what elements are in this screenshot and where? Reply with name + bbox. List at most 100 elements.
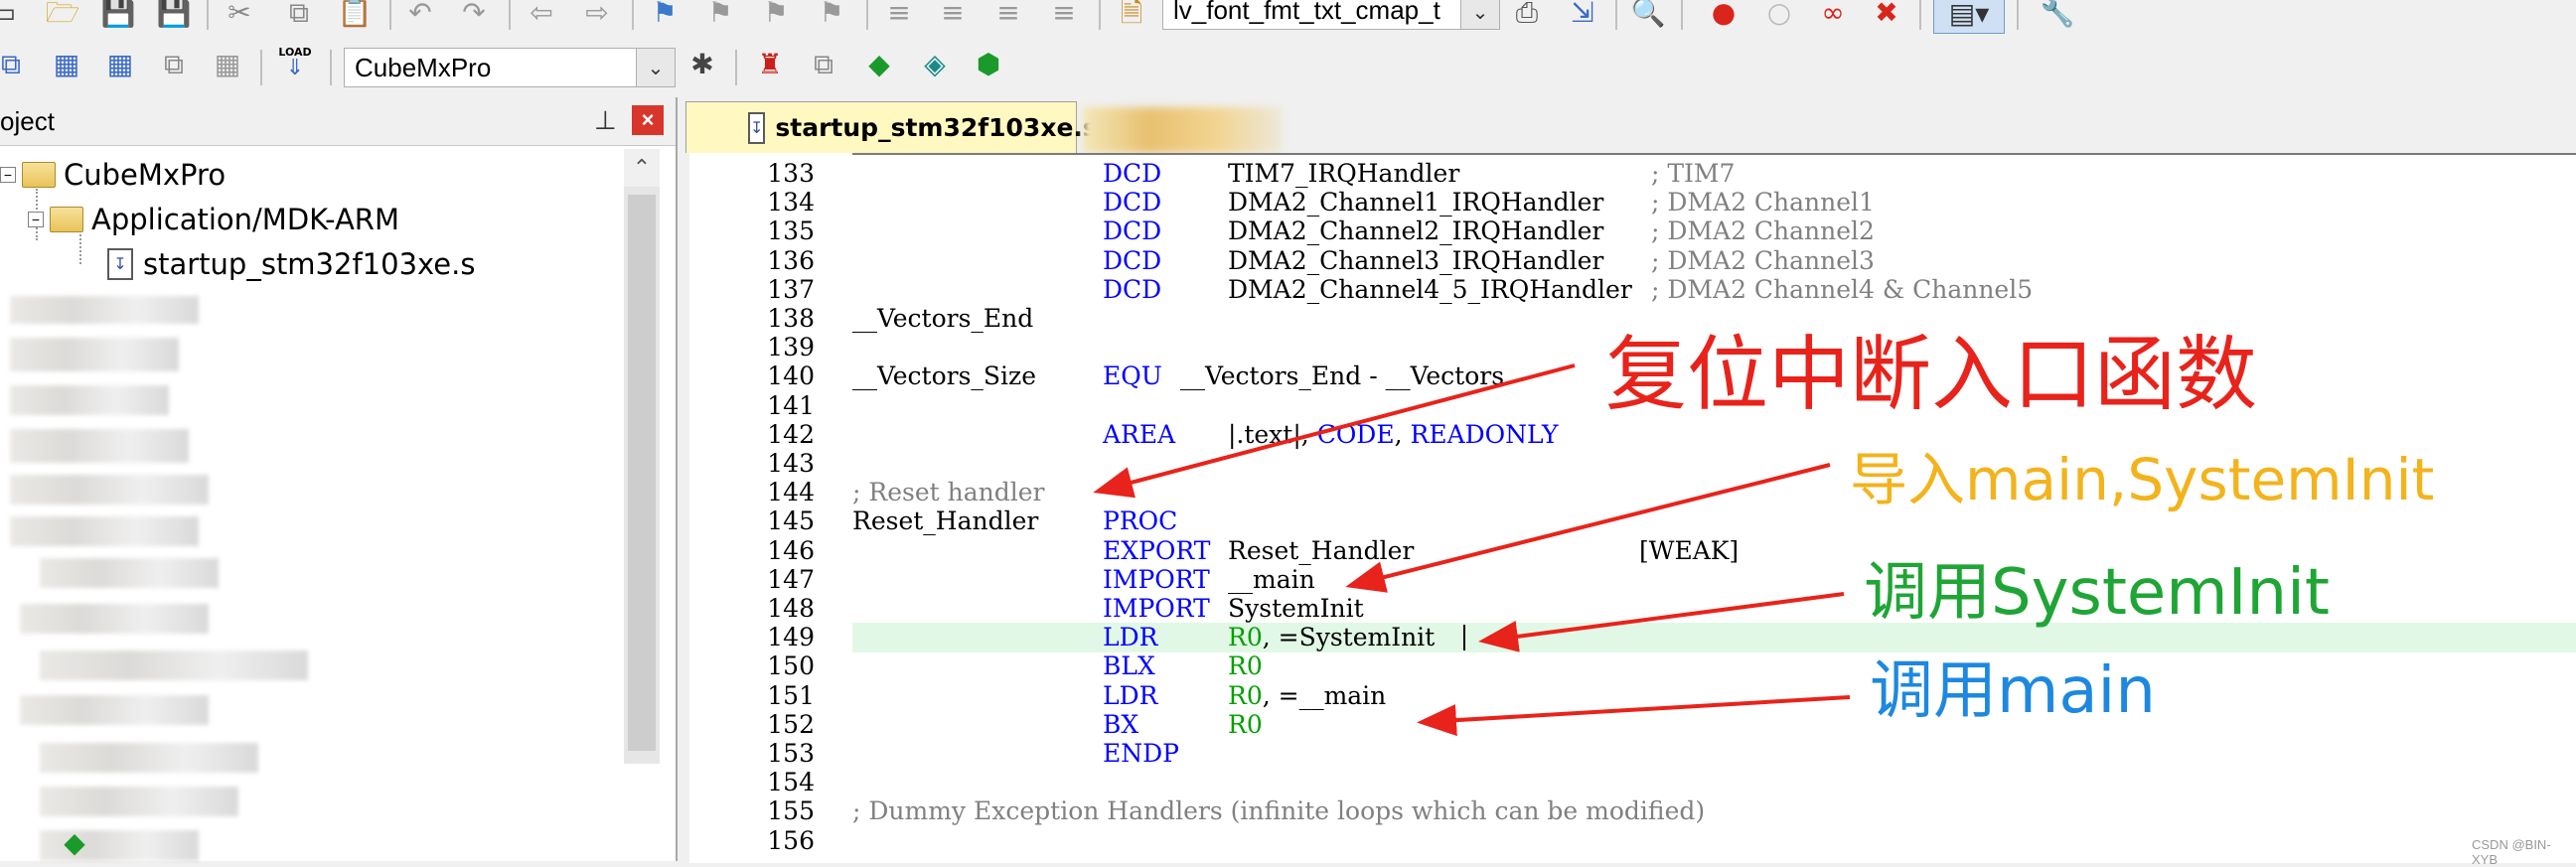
obscured-tree-item	[10, 516, 199, 546]
chevron-down-icon[interactable]: ⌄	[1460, 0, 1499, 29]
obscured-tab[interactable]	[1083, 107, 1282, 153]
code-mnemonic: ENDP	[1103, 739, 1179, 768]
tree-file-label: startup_stm32f103xe.s	[143, 247, 476, 281]
close-icon[interactable]: ×	[632, 105, 664, 135]
redo-icon[interactable]: ↷	[455, 0, 493, 32]
cut-icon[interactable]: ✂	[221, 0, 258, 32]
translate-icon[interactable]: ⧉	[0, 46, 30, 83]
next-bookmark-icon[interactable]: ⚑	[757, 0, 795, 32]
code-comment: ; DMA2 Channel3	[1651, 246, 1875, 275]
tree-root-label: CubeMxPro	[64, 158, 227, 192]
line-number: 137	[767, 275, 815, 304]
collapse-icon[interactable]: −	[28, 212, 44, 227]
pin-icon[interactable]: ⊥	[594, 105, 617, 136]
tree-item-group[interactable]: − Application/MDK-ARM	[28, 199, 399, 240]
line-number: 145	[767, 506, 815, 535]
tab-label: startup_stm32f103xe.s	[775, 113, 1098, 142]
new-file-icon[interactable]: ▭	[0, 0, 22, 32]
code-comment: ; Reset handler	[852, 478, 1045, 506]
line-number: 141	[767, 391, 815, 420]
indent-icon[interactable]: ≡	[880, 0, 918, 32]
batch-build-icon[interactable]: ⧉	[155, 46, 193, 83]
replace-icon[interactable]: ⇲	[1564, 0, 1601, 32]
line-number: 151	[767, 681, 815, 710]
asm-file-icon: ↧	[748, 111, 766, 144]
chevron-down-icon[interactable]: ⌄	[636, 49, 675, 86]
build-icon[interactable]: ▦	[48, 46, 85, 83]
download-load-icon[interactable]: LOAD ⇓	[276, 44, 314, 81]
obscured-tree-item	[40, 787, 238, 816]
disable-breakpoint-icon[interactable]: ○	[1760, 0, 1798, 32]
breakpoint-icon[interactable]: ●	[1705, 0, 1743, 32]
annotation-call-main: 调用main	[1870, 654, 2156, 728]
obscured-tree-item	[10, 385, 169, 415]
code-operand: __Vectors_End - __Vectors	[1180, 361, 1505, 390]
open-folder-icon[interactable]: 🗁	[44, 0, 81, 32]
obscured-tree-item	[40, 558, 219, 588]
nav-back-icon[interactable]: ⇦	[523, 0, 560, 32]
paste-icon[interactable]: 📋	[336, 0, 374, 32]
clear-bookmarks-icon[interactable]: ⚑	[813, 0, 850, 32]
code-mnemonic: AREA	[1103, 420, 1176, 449]
code-label: __Vectors_End	[852, 304, 1034, 333]
copy-icon[interactable]: ⧉	[280, 0, 318, 32]
code-operand: DMA2_Channel4_5_IRQHandler	[1228, 275, 1632, 304]
line-number: 133	[767, 159, 815, 188]
stm32cubemx-icon[interactable]: ⬢	[970, 46, 1007, 83]
code-operand: R0	[1228, 710, 1263, 739]
find-in-files-icon[interactable]: 🗎	[1113, 0, 1150, 32]
code-comment: ; Dummy Exception Handlers (infinite loo…	[852, 796, 1706, 825]
code-mnemonic: IMPORT	[1103, 594, 1210, 623]
manage-components-icon[interactable]: ♜	[751, 46, 789, 83]
save-icon[interactable]: 💾	[99, 0, 137, 32]
save-all-icon[interactable]: 💾	[155, 0, 193, 32]
line-number: 147	[767, 565, 815, 594]
line-number: 155	[767, 796, 815, 825]
prev-bookmark-icon[interactable]: ⚑	[701, 0, 739, 32]
tree-group-label: Application/MDK-ARM	[91, 203, 399, 236]
rebuild-icon[interactable]: ▦	[101, 46, 139, 83]
obscured-tree-item	[10, 296, 199, 324]
project-combo-value: CubeMxPro	[355, 53, 492, 82]
project-target-combo[interactable]: CubeMxPro ⌄	[344, 48, 676, 87]
uncomment-icon[interactable]: ≡	[1045, 0, 1083, 32]
obscured-tree-item	[10, 338, 179, 371]
code-comment: ; TIM7	[1651, 159, 1736, 188]
select-packs-icon[interactable]: ⧉	[805, 46, 842, 83]
stop-build-icon[interactable]: ▦	[209, 46, 246, 83]
collapse-icon[interactable]: −	[0, 167, 16, 183]
kill-breakpoints-icon[interactable]: ✖	[1868, 0, 1905, 32]
debug-search-icon[interactable]: 🔍	[1629, 0, 1667, 32]
tree-item-root[interactable]: − CubeMxPro	[0, 154, 226, 196]
target-combo-value: lv_font_fmt_txt_cmap_t	[1173, 0, 1440, 25]
code-mnemonic: EXPORT	[1103, 536, 1211, 565]
component-diamond-icon: ◆	[64, 826, 85, 859]
line-number: 134	[767, 188, 815, 217]
code-label: Reset_Handler	[852, 506, 1039, 535]
window-layout-icon[interactable]: ▤▾	[1933, 0, 2005, 34]
options-wand-icon[interactable]: ✱	[683, 46, 721, 83]
configure-wrench-icon[interactable]: 🔧	[2039, 0, 2076, 32]
scroll-up-icon[interactable]: ⌃	[624, 149, 660, 187]
incremental-find-icon[interactable]: ⎙	[1508, 0, 1546, 32]
target-combo[interactable]: lv_font_fmt_txt_cmap_t ⌄	[1162, 0, 1500, 30]
code-label: __Vectors_Size	[852, 361, 1037, 390]
nav-forward-icon[interactable]: ⇨	[578, 0, 616, 32]
manage-rte-icon[interactable]: ◈	[916, 46, 954, 83]
pack-installer-icon[interactable]: ◆	[860, 46, 898, 83]
obscured-tree-item	[40, 743, 258, 773]
scroll-thumb[interactable]	[628, 195, 656, 751]
line-number: 153	[767, 739, 815, 768]
disable-all-breakpoints-icon[interactable]: ∞	[1814, 0, 1852, 32]
line-number: 138	[767, 304, 815, 333]
tab-startup-file[interactable]: ↧ startup_stm32f103xe.s	[685, 101, 1098, 153]
bookmark-icon[interactable]: ⚑	[646, 0, 683, 32]
comment-icon[interactable]: ≡	[989, 0, 1027, 32]
unindent-icon[interactable]: ≡	[934, 0, 972, 32]
code-mnemonic: DCD	[1103, 159, 1162, 188]
code-operand: |.text|, CODE, READONLY	[1228, 420, 1559, 449]
code-mnemonic: DCD	[1103, 275, 1162, 304]
undo-icon[interactable]: ↶	[401, 0, 439, 32]
tree-item-file[interactable]: ↧ startup_stm32f103xe.s	[107, 243, 475, 285]
obscured-tree-item	[10, 429, 189, 463]
